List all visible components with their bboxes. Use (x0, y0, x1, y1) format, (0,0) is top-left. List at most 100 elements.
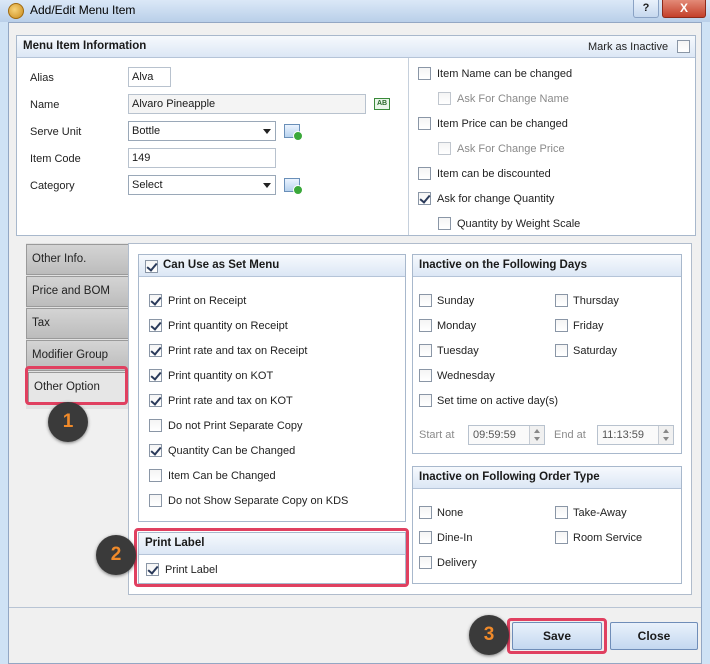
price-changed-label: Item Price can be changed (437, 118, 568, 130)
info-divider (408, 58, 409, 235)
print-qty-kot-checkbox[interactable] (149, 369, 162, 382)
ask-price-checkbox[interactable] (438, 142, 451, 155)
ask-name-checkbox[interactable] (438, 92, 451, 105)
dine-in-label: Dine-In (437, 532, 473, 544)
footer-divider (9, 607, 701, 608)
print-receipt-checkbox[interactable] (149, 294, 162, 307)
title-bar: Add/Edit Menu Item (0, 0, 710, 22)
delivery-label: Delivery (437, 557, 477, 569)
no-kds-copy-label: Do not Show Separate Copy on KDS (168, 495, 349, 507)
no-separate-copy-label: Do not Print Separate Copy (168, 420, 303, 432)
menu-item-info-title: Menu Item Information (23, 40, 147, 52)
app-logo-icon (8, 3, 24, 19)
qty-weight-checkbox[interactable] (438, 217, 451, 230)
set-time-checkbox[interactable] (419, 394, 432, 407)
category-value: Select (132, 179, 163, 191)
translate-icon[interactable]: AB (374, 98, 390, 110)
thursday-checkbox[interactable] (555, 294, 568, 307)
friday-checkbox[interactable] (555, 319, 568, 332)
friday-label: Friday (573, 320, 604, 332)
monday-checkbox[interactable] (419, 319, 432, 332)
room-service-label: Room Service (573, 532, 643, 544)
print-qty-receipt-checkbox[interactable] (149, 319, 162, 332)
serve-unit-label: Serve Unit (30, 126, 82, 138)
add-serve-unit-icon[interactable] (284, 124, 303, 141)
step-badge-3: 3 (469, 615, 509, 655)
category-select[interactable]: Select (128, 175, 276, 195)
set-time-label: Set time on active day(s) (437, 395, 559, 407)
chevron-down-icon (263, 129, 271, 134)
end-time-value: 11:13:59 (602, 429, 645, 441)
delivery-checkbox[interactable] (419, 556, 432, 569)
alias-input[interactable]: Alva (128, 67, 171, 87)
mark-inactive-checkbox[interactable] (677, 40, 690, 53)
discounted-label: Item can be discounted (437, 168, 551, 180)
add-category-icon[interactable] (284, 178, 303, 195)
highlight-save (507, 618, 607, 654)
step-badge-2: 2 (96, 535, 136, 575)
end-time-input[interactable]: 11:13:59 (597, 425, 674, 445)
room-service-checkbox[interactable] (555, 531, 568, 544)
close-button[interactable]: Close (610, 622, 698, 650)
order-type-header: Inactive on Following Order Type (413, 467, 681, 489)
serve-unit-value: Bottle (132, 125, 161, 137)
print-qty-receipt-label: Print quantity on Receipt (168, 320, 288, 332)
qty-changed-checkbox[interactable] (149, 444, 162, 457)
item-code-input[interactable]: 149 (128, 148, 276, 168)
help-button[interactable]: ? (633, 0, 659, 18)
name-changed-label: Item Name can be changed (437, 68, 573, 80)
start-time-input[interactable]: 09:59:59 (468, 425, 545, 445)
take-away-label: Take-Away (573, 507, 627, 519)
none-checkbox[interactable] (419, 506, 432, 519)
print-rate-receipt-checkbox[interactable] (149, 344, 162, 357)
no-kds-copy-checkbox[interactable] (149, 494, 162, 507)
print-rate-kot-label: Print rate and tax on KOT (168, 395, 293, 407)
tab-price-bom[interactable]: Price and BOM (26, 276, 129, 307)
start-time-value: 09:59:59 (473, 429, 516, 441)
thursday-label: Thursday (573, 295, 619, 307)
ask-qty-checkbox[interactable] (418, 192, 431, 205)
inactive-days-header: Inactive on the Following Days (413, 255, 681, 277)
qty-changed-label: Quantity Can be Changed (168, 445, 296, 457)
discounted-checkbox[interactable] (418, 167, 431, 180)
tuesday-label: Tuesday (437, 345, 479, 357)
dine-in-checkbox[interactable] (419, 531, 432, 544)
item-code-label: Item Code (30, 153, 81, 165)
item-changed-checkbox[interactable] (149, 469, 162, 482)
spin-arrows-icon[interactable] (529, 426, 544, 444)
highlight-other-option (25, 366, 128, 405)
take-away-checkbox[interactable] (555, 506, 568, 519)
tab-tax[interactable]: Tax (26, 308, 129, 339)
sunday-label: Sunday (437, 295, 475, 307)
sunday-checkbox[interactable] (419, 294, 432, 307)
print-receipt-label: Print on Receipt (168, 295, 247, 307)
serve-unit-select[interactable]: Bottle (128, 121, 276, 141)
tab-other-info[interactable]: Other Info. (26, 244, 129, 275)
highlight-print-label (134, 528, 409, 587)
saturday-checkbox[interactable] (555, 344, 568, 357)
alias-label: Alias (30, 72, 54, 84)
qty-weight-label: Quantity by Weight Scale (457, 218, 581, 230)
spin-arrows-icon[interactable] (658, 426, 673, 444)
window-close-button[interactable]: X (662, 0, 706, 18)
print-rate-kot-checkbox[interactable] (149, 394, 162, 407)
price-changed-checkbox[interactable] (418, 117, 431, 130)
ask-name-label: Ask For Change Name (457, 93, 569, 105)
start-at-label: Start at (419, 429, 455, 441)
print-qty-kot-label: Print quantity on KOT (168, 370, 274, 382)
inactive-days-title: Inactive on the Following Days (419, 259, 588, 271)
set-menu-header: Can Use as Set Menu (139, 255, 405, 277)
print-rate-receipt-label: Print rate and tax on Receipt (168, 345, 308, 357)
name-changed-checkbox[interactable] (418, 67, 431, 80)
ask-price-label: Ask For Change Price (457, 143, 565, 155)
tuesday-checkbox[interactable] (419, 344, 432, 357)
menu-item-info-panel: Menu Item Information Mark as Inactive (16, 35, 696, 236)
no-separate-copy-checkbox[interactable] (149, 419, 162, 432)
name-input[interactable]: Alvaro Pineapple (128, 94, 366, 114)
set-menu-checkbox[interactable] (145, 260, 158, 273)
wednesday-checkbox[interactable] (419, 369, 432, 382)
set-menu-title: Can Use as Set Menu (163, 259, 280, 271)
category-label: Category (30, 180, 75, 192)
name-label: Name (30, 99, 60, 111)
wednesday-label: Wednesday (437, 370, 495, 382)
